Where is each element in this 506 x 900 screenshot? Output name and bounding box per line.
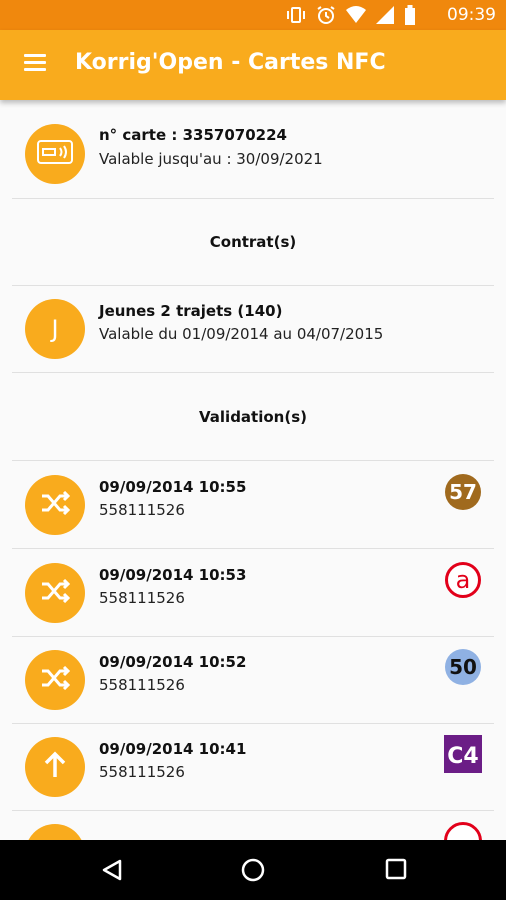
transfer-icon xyxy=(40,665,71,694)
bus-line-badge-partial xyxy=(444,822,482,840)
divider xyxy=(12,198,494,199)
transfer-icon xyxy=(40,490,71,519)
bus-line-label: C4 xyxy=(447,744,478,769)
contract-initial: J xyxy=(51,315,59,343)
signal-icon xyxy=(376,6,394,28)
menu-icon[interactable] xyxy=(24,54,46,72)
status-time: 09:39 xyxy=(447,5,496,25)
validation-datetime: 09/09/2014 10:52 xyxy=(99,653,247,671)
validation-id: 558111526 xyxy=(99,501,185,519)
battery-icon xyxy=(404,5,416,29)
validations-header: Validation(s) xyxy=(199,408,307,426)
validation-row[interactable]: 09/09/2014 10:55 558111526 57 xyxy=(0,461,506,548)
contract-row[interactable]: J Jeunes 2 trajets (140) Valable du 01/0… xyxy=(0,286,506,372)
home-button[interactable] xyxy=(241,858,265,886)
validation-avatar xyxy=(25,475,85,535)
card-avatar xyxy=(25,124,85,184)
home-icon xyxy=(241,858,265,882)
bus-line-c4-badge: C4 xyxy=(444,735,482,773)
validation-id: 558111526 xyxy=(99,676,185,694)
contract-avatar: J xyxy=(25,299,85,359)
bus-line-label: 57 xyxy=(449,480,477,504)
app-title: Korrig'Open - Cartes NFC xyxy=(75,50,386,75)
arrow-up-icon xyxy=(44,751,66,783)
validation-avatar xyxy=(25,650,85,710)
divider xyxy=(12,372,494,373)
validation-id: 558111526 xyxy=(99,589,185,607)
contracts-header: Contrat(s) xyxy=(209,233,297,251)
status-icons xyxy=(286,5,416,29)
validation-datetime: 09/09/2014 10:41 xyxy=(99,740,247,758)
contract-name: Jeunes 2 trajets (140) xyxy=(99,302,283,320)
app-bar: Korrig'Open - Cartes NFC xyxy=(0,30,506,100)
validation-row[interactable]: 09/09/2014 10:52 558111526 50 xyxy=(0,637,506,723)
status-bar: 09:39 xyxy=(0,0,506,30)
validation-id: 558111526 xyxy=(99,763,185,781)
card-number: n° carte : 3357070224 xyxy=(99,126,287,144)
validation-avatar xyxy=(25,563,85,623)
metro-line-a-badge: a xyxy=(444,561,482,599)
recents-icon xyxy=(385,858,407,880)
metro-line-label: a xyxy=(456,566,471,594)
validation-row-partial[interactable] xyxy=(0,811,506,840)
validation-row[interactable]: 09/09/2014 10:41 558111526 C4 xyxy=(0,724,506,810)
validation-row[interactable]: 09/09/2014 10:53 558111526 a xyxy=(0,549,506,636)
transfer-icon xyxy=(40,578,71,607)
contract-validity: Valable du 01/09/2014 au 04/07/2015 xyxy=(99,325,384,343)
validation-datetime: 09/09/2014 10:55 xyxy=(99,478,247,496)
bus-line-label: 50 xyxy=(449,655,477,679)
card-info-row[interactable]: n° carte : 3357070224 Valable jusqu'au :… xyxy=(0,100,506,198)
validation-avatar xyxy=(25,737,85,797)
back-icon xyxy=(102,859,122,881)
card-validity: Valable jusqu'au : 30/09/2021 xyxy=(99,150,323,168)
validation-avatar xyxy=(25,824,85,840)
recents-button[interactable] xyxy=(385,858,407,884)
validation-datetime: 09/09/2014 10:53 xyxy=(99,566,247,584)
back-button[interactable] xyxy=(100,858,124,886)
nfc-card-icon xyxy=(37,140,73,168)
bus-line-50-badge: 50 xyxy=(444,648,482,686)
wifi-icon xyxy=(346,6,366,28)
bus-line-57-badge: 57 xyxy=(444,473,482,511)
navigation-bar xyxy=(0,840,506,900)
main-content: n° carte : 3357070224 Valable jusqu'au :… xyxy=(0,100,506,840)
vibrate-icon xyxy=(286,6,306,28)
alarm-icon xyxy=(316,5,336,29)
